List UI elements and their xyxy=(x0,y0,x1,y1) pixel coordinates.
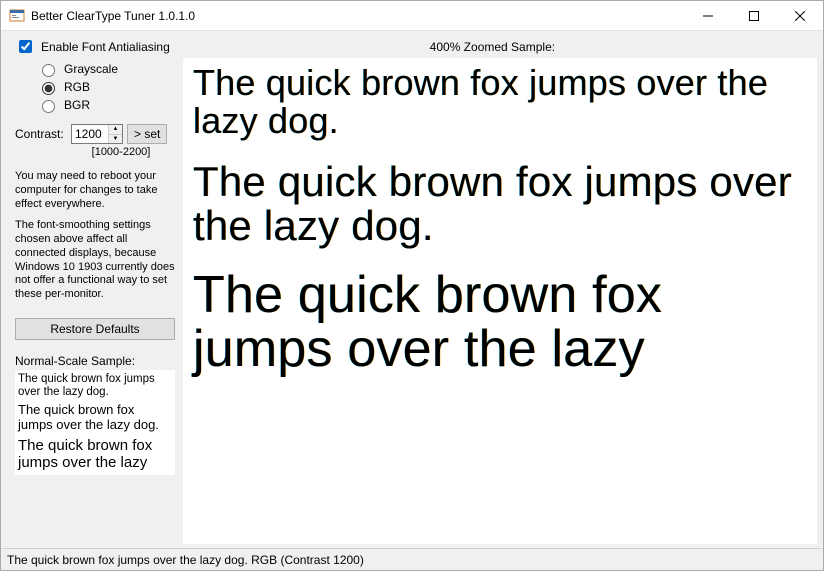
contrast-row: Contrast: ▲ ▼ > set xyxy=(15,124,175,144)
titlebar: Better ClearType Tuner 1.0.1.0 xyxy=(1,1,823,31)
radio-bgr[interactable]: BGR xyxy=(37,96,175,114)
minimize-button[interactable] xyxy=(685,1,731,31)
enable-antialias-input[interactable] xyxy=(19,40,32,53)
restore-defaults-button[interactable]: Restore Defaults xyxy=(15,318,175,340)
radio-rgb-input[interactable] xyxy=(42,82,55,95)
zoom-sample-2: The quick brown fox jumps over the lazy … xyxy=(193,160,807,248)
normal-sample-2: The quick brown fox jumps over the lazy … xyxy=(18,403,172,433)
zoom-sample-1: The quick brown fox jumps over the lazy … xyxy=(193,64,807,140)
info-text-2: The font-smoothing settings chosen above… xyxy=(15,215,175,306)
info-text-1: You may need to reboot your computer for… xyxy=(15,166,175,215)
radio-group: Grayscale RGB BGR xyxy=(15,58,175,120)
contrast-spin-up[interactable]: ▲ xyxy=(109,125,122,135)
status-text: The quick brown fox jumps over the lazy … xyxy=(7,553,364,567)
zoom-sample-label: 400% Zoomed Sample: xyxy=(170,40,815,54)
radio-rgb[interactable]: RGB xyxy=(37,78,175,96)
normal-sample-panel: The quick brown fox jumps over the lazy … xyxy=(15,370,175,475)
contrast-input[interactable] xyxy=(72,125,108,143)
radio-grayscale-input[interactable] xyxy=(42,64,55,77)
window-title: Better ClearType Tuner 1.0.1.0 xyxy=(31,9,195,23)
contrast-spin-down[interactable]: ▼ xyxy=(109,135,122,144)
normal-sample-3: The quick brown fox jumps over the lazy xyxy=(18,437,172,472)
normal-sample-label: Normal-Scale Sample: xyxy=(15,354,175,368)
top-row: Enable Font Antialiasing 400% Zoomed Sam… xyxy=(1,31,823,58)
radio-grayscale-label: Grayscale xyxy=(64,62,118,76)
normal-sample-1: The quick brown fox jumps over the lazy … xyxy=(18,373,172,399)
zoom-sample-3: The quick brown fox jumps over the lazy xyxy=(193,268,807,377)
enable-antialias-checkbox[interactable]: Enable Font Antialiasing xyxy=(15,37,170,56)
app-icon xyxy=(9,8,25,24)
maximize-button[interactable] xyxy=(731,1,777,31)
radio-grayscale[interactable]: Grayscale xyxy=(37,60,175,78)
radio-rgb-label: RGB xyxy=(64,80,90,94)
contrast-spinner[interactable]: ▲ ▼ xyxy=(71,124,123,144)
radio-bgr-input[interactable] xyxy=(42,100,55,113)
zoom-sample-panel: The quick brown fox jumps over the lazy … xyxy=(183,58,817,544)
sidebar: Grayscale RGB BGR Contrast: ▲ ▼ xyxy=(1,58,183,548)
close-button[interactable] xyxy=(777,1,823,31)
contrast-label: Contrast: xyxy=(15,127,67,141)
status-bar: The quick brown fox jumps over the lazy … xyxy=(1,548,823,570)
contrast-range: [1000-2200] xyxy=(15,144,175,166)
set-button[interactable]: > set xyxy=(127,124,167,144)
enable-antialias-label: Enable Font Antialiasing xyxy=(41,40,170,54)
radio-bgr-label: BGR xyxy=(64,98,90,112)
client-area: Enable Font Antialiasing 400% Zoomed Sam… xyxy=(1,31,823,570)
